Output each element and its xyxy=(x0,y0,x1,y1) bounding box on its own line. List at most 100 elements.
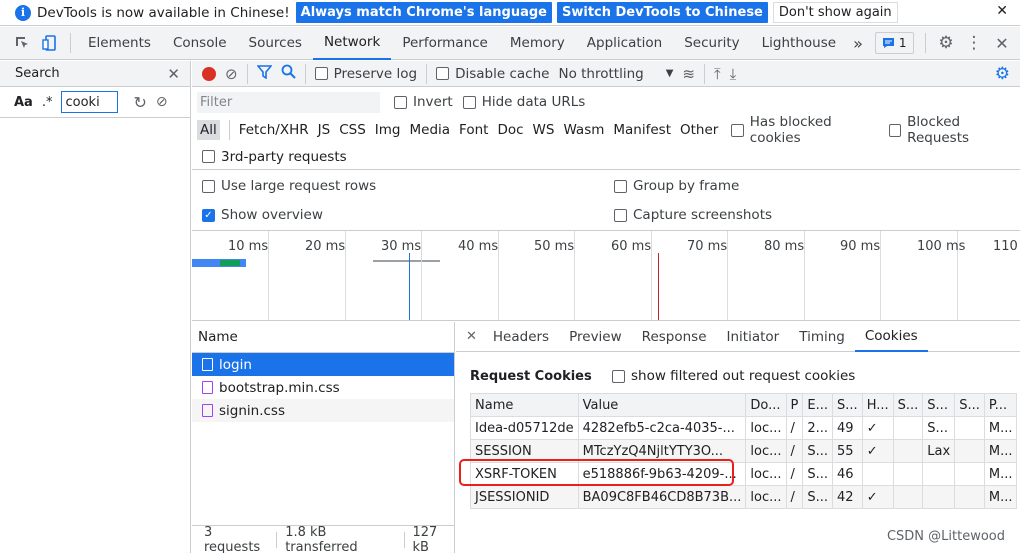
cookie-column-header[interactable]: S... xyxy=(954,393,985,417)
blocked-cookies-checkbox[interactable]: Has blocked cookies xyxy=(731,114,879,146)
checkbox[interactable] xyxy=(462,95,476,109)
type-filter-js[interactable]: JS xyxy=(318,122,331,138)
device-toolbar-icon[interactable] xyxy=(36,29,64,57)
cookie-column-header[interactable]: Name xyxy=(470,393,579,417)
close-detail-icon[interactable]: ✕ xyxy=(466,329,477,344)
cookie-cell xyxy=(954,462,985,486)
tab-sources[interactable]: Sources xyxy=(238,27,313,60)
checkbox[interactable] xyxy=(731,123,744,137)
checkbox[interactable] xyxy=(888,123,902,137)
large-rows-checkbox[interactable]: Use large request rows xyxy=(202,178,376,194)
checkbox[interactable] xyxy=(612,369,625,383)
checkbox-checked[interactable]: ✓ xyxy=(202,208,215,222)
invert-checkbox[interactable]: Invert xyxy=(394,94,453,110)
match-case-toggle[interactable]: Aa xyxy=(14,95,33,110)
clear-icon[interactable]: ⊘ xyxy=(156,94,168,110)
preserve-log-checkbox[interactable]: Preserve log xyxy=(314,66,417,82)
more-tabs-icon[interactable]: » xyxy=(847,27,869,60)
settings-gear-icon[interactable]: ⚙ xyxy=(932,29,960,57)
throttling-select[interactable]: No throttling ▼ xyxy=(558,66,673,82)
checkbox[interactable] xyxy=(202,179,215,193)
third-party-checkbox[interactable]: 3rd-party requests xyxy=(192,144,1020,170)
hide-data-urls-checkbox[interactable]: Hide data URLs xyxy=(462,94,585,110)
switch-language-button[interactable]: Switch DevTools to Chinese xyxy=(556,2,768,23)
tab-elements[interactable]: Elements xyxy=(77,27,162,60)
type-filter-doc[interactable]: Doc xyxy=(497,122,523,138)
group-by-frame-checkbox[interactable]: Group by frame xyxy=(614,178,739,194)
tab-initiator[interactable]: Initiator xyxy=(717,322,790,352)
network-overview[interactable]: 10 ms 20 ms 30 ms 40 ms 50 ms 60 ms 70 ms 80 ms… xyxy=(192,230,1020,321)
cookie-column-header[interactable]: P xyxy=(785,393,804,417)
type-filter-media[interactable]: Media xyxy=(409,122,450,138)
blocked-requests-checkbox[interactable]: Blocked Requests xyxy=(888,114,1020,146)
cookie-column-header[interactable]: P... xyxy=(983,393,1018,417)
import-har-icon[interactable]: ⤒ xyxy=(714,65,721,83)
tab-network[interactable]: Network xyxy=(312,27,392,60)
tab-response[interactable]: Response xyxy=(632,322,717,352)
tab-security[interactable]: Security xyxy=(673,27,750,60)
tab-preview[interactable]: Preview xyxy=(559,322,632,352)
checkbox[interactable] xyxy=(614,208,627,222)
type-filter-all[interactable]: All xyxy=(197,120,220,140)
requests-name-header[interactable]: Name xyxy=(192,322,454,353)
type-filter-wasm[interactable]: Wasm xyxy=(563,122,604,138)
checkbox[interactable] xyxy=(436,67,450,80)
type-filter-font[interactable]: Font xyxy=(459,122,488,138)
network-toolbar: ⊘ Preserve log Disable cache No throttli… xyxy=(192,61,1020,87)
third-party-label: 3rd-party requests xyxy=(221,148,347,165)
issues-badge[interactable]: 1 xyxy=(874,32,914,54)
type-filter-manifest[interactable]: Manifest xyxy=(613,122,671,138)
checkbox[interactable] xyxy=(394,95,407,109)
capture-screenshots-checkbox[interactable]: Capture screenshots xyxy=(614,207,772,223)
network-conditions-icon[interactable]: ≋ xyxy=(682,65,695,83)
cookie-row[interactable]: JSESSIONID BA09C8FB46CD8B73B... loc... / S..… xyxy=(470,485,1018,509)
close-devtools-icon[interactable]: ✕ xyxy=(988,29,1016,57)
tab-memory[interactable]: Memory xyxy=(499,27,576,60)
tab-cookies[interactable]: Cookies xyxy=(854,322,928,352)
disable-cache-checkbox[interactable]: Disable cache xyxy=(436,66,549,82)
request-row[interactable]: login xyxy=(192,353,454,376)
tab-headers[interactable]: Headers xyxy=(483,322,559,352)
cookie-row[interactable]: Idea-d05712de 4282efb5-c2ca-4035-... loc..… xyxy=(470,416,1018,440)
search-input[interactable]: cooki xyxy=(61,91,119,113)
request-row[interactable]: bootstrap.min.css xyxy=(192,376,454,399)
tab-timing[interactable]: Timing xyxy=(789,322,855,352)
tab-application[interactable]: Application xyxy=(576,27,673,60)
type-filter-other[interactable]: Other xyxy=(680,122,718,138)
show-overview-checkbox[interactable]: ✓ Show overview xyxy=(202,207,323,223)
show-filtered-cookies-checkbox[interactable]: show filtered out request cookies xyxy=(612,368,855,384)
filter-input[interactable]: Filter xyxy=(197,91,380,113)
cookie-column-header[interactable]: Value xyxy=(577,393,747,417)
type-filter-fetch-xhr[interactable]: Fetch/XHR xyxy=(239,122,309,138)
infobar-close-icon[interactable]: ✕ xyxy=(996,3,1008,19)
type-filter-ws[interactable]: WS xyxy=(533,122,555,138)
regex-toggle[interactable]: .* xyxy=(42,95,53,110)
filter-icon[interactable] xyxy=(255,64,273,83)
clear-log-icon[interactable]: ⊘ xyxy=(225,65,238,83)
more-options-icon[interactable]: ⋮ xyxy=(960,29,988,57)
search-icon[interactable] xyxy=(281,64,296,83)
tab-console[interactable]: Console xyxy=(162,27,238,60)
cookie-column-header[interactable]: S... xyxy=(832,393,863,417)
checkbox[interactable] xyxy=(614,179,627,193)
cookie-column-header[interactable]: E... xyxy=(802,393,834,417)
tab-performance[interactable]: Performance xyxy=(391,27,499,60)
type-filter-img[interactable]: Img xyxy=(375,122,401,138)
inspect-element-icon[interactable] xyxy=(8,29,36,57)
refresh-icon[interactable]: ↻ xyxy=(133,93,146,112)
checkbox[interactable] xyxy=(202,150,215,163)
dont-show-again-button[interactable]: Don't show again xyxy=(772,2,898,23)
cookie-column-header[interactable]: Do... xyxy=(745,393,787,417)
cookie-column-header[interactable]: S... xyxy=(922,393,956,417)
request-row[interactable]: signin.css xyxy=(192,399,454,422)
checkbox[interactable] xyxy=(314,67,328,80)
cookie-column-header[interactable]: S... xyxy=(892,393,924,417)
close-search-icon[interactable]: ✕ xyxy=(167,65,180,83)
record-icon[interactable] xyxy=(202,66,216,81)
cookie-column-header[interactable]: H... xyxy=(861,393,894,417)
tab-lighthouse[interactable]: Lighthouse xyxy=(751,27,847,60)
type-filter-css[interactable]: CSS xyxy=(339,122,366,138)
match-language-button[interactable]: Always match Chrome's language xyxy=(295,2,552,23)
network-settings-gear-icon[interactable]: ⚙ xyxy=(995,64,1010,84)
export-har-icon[interactable]: ⤓ xyxy=(730,65,737,83)
